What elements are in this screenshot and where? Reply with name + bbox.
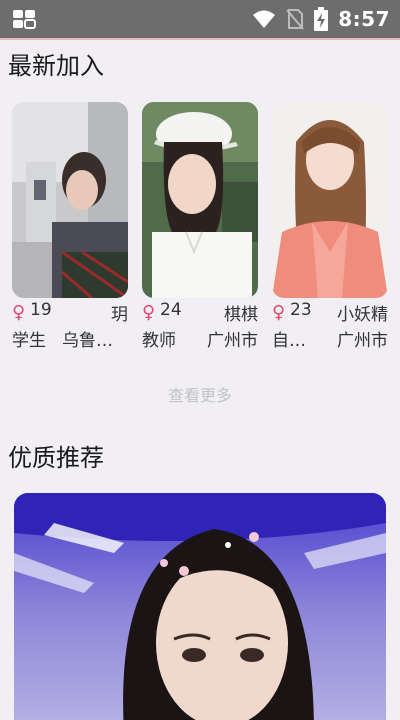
name-label: 棋棋 — [224, 305, 258, 325]
latest-cards: ♀ 19 玥 学生 乌鲁木... ♀ 24 棋棋 教师 广州市 ♀ 23 小妖精… — [12, 102, 388, 352]
female-icon: ♀ — [12, 302, 26, 323]
app-notification-icon — [13, 10, 36, 29]
status-bar: 8:57 — [0, 0, 400, 38]
profile-photo[interactable] — [12, 102, 128, 298]
occupation-label: 教师 — [142, 331, 176, 351]
profile-photo[interactable] — [272, 102, 388, 298]
featured-profile-photo[interactable] — [14, 493, 386, 720]
status-time: 8:57 — [338, 7, 390, 31]
wifi-icon — [253, 10, 276, 28]
age-label: 19 — [30, 300, 52, 320]
female-icon: ♀ — [142, 302, 156, 323]
recommend-section-title: 优质推荐 — [8, 444, 104, 472]
profile-card[interactable]: ♀ 24 棋棋 教师 广州市 — [142, 102, 258, 352]
name-label: 玥 — [111, 305, 128, 325]
city-label: 乌鲁木... — [62, 331, 128, 351]
battery-charging-icon — [314, 7, 329, 31]
city-label: 广州市 — [337, 331, 388, 351]
age-label: 23 — [290, 300, 312, 320]
occupation-label: 学生 — [12, 331, 46, 351]
occupation-label: 自由... — [272, 331, 318, 351]
age-label: 24 — [160, 300, 182, 320]
female-icon: ♀ — [272, 302, 286, 323]
profile-card[interactable]: ♀ 23 小妖精 自由... 广州市 — [272, 102, 388, 352]
latest-section-title: 最新加入 — [8, 52, 104, 80]
view-more-button[interactable]: 查看更多 — [0, 382, 400, 406]
profile-card[interactable]: ♀ 19 玥 学生 乌鲁木... — [12, 102, 128, 352]
profile-photo[interactable] — [142, 102, 258, 298]
no-sim-icon — [286, 9, 305, 30]
name-label: 小妖精 — [337, 305, 388, 325]
header-divider — [0, 38, 400, 40]
city-label: 广州市 — [207, 331, 258, 351]
